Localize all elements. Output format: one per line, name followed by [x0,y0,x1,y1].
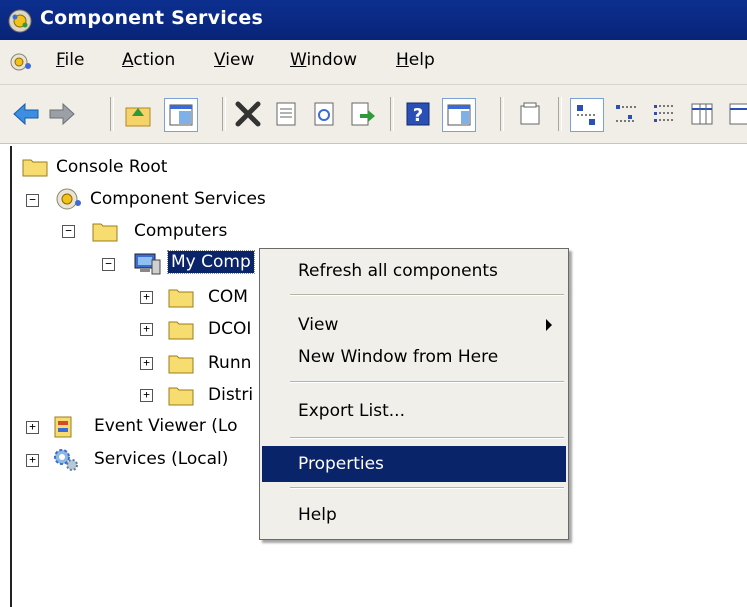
menu-item-label: View [298,315,339,335]
tree-label: Distri [208,385,254,405]
collapse-toggle[interactable]: − [102,258,115,271]
expand-toggle[interactable]: + [140,357,153,370]
computer-icon [132,252,162,280]
expand-toggle[interactable]: + [26,421,39,434]
folder-icon [168,352,194,378]
menu-file[interactable]: File [56,50,84,70]
menu-item-label: Help [298,505,337,525]
show-hide-tree-icon[interactable] [164,98,198,132]
refresh-icon[interactable] [308,98,340,130]
detail-view-icon[interactable] [686,98,718,130]
tree-label: COM [208,287,248,307]
folder-icon [92,220,118,246]
menu-item-label: Properties [298,454,384,474]
delete-icon[interactable] [232,98,264,130]
gear-icon [52,447,80,477]
toolbar-separator [558,97,562,131]
collapse-toggle[interactable]: − [62,225,75,238]
menu-item-label: Export List... [298,401,405,421]
tree-label: Services (Local) [94,449,229,469]
menu-separator [290,487,564,489]
menu-window[interactable]: Window [290,50,357,70]
tree-label: Event Viewer (Lo [94,416,238,436]
folder-icon [22,157,48,181]
expand-toggle[interactable]: + [140,323,153,336]
toolbar-separator [390,97,394,131]
tree-label: Computers [134,221,228,241]
up-folder-icon[interactable] [122,98,154,130]
menu-help[interactable]: Help [396,50,435,70]
toolbar: ? [0,85,747,144]
context-menu: Refresh all components View New Window f… [259,248,569,540]
menu-separator [290,294,564,296]
menu-item-new-window-from-here[interactable]: New Window from Here [262,339,566,375]
toolbar-separator [110,97,114,131]
menu-view[interactable]: View [214,50,254,70]
tree-label: Console Root [56,157,168,177]
tree-label: My Comp [167,250,255,274]
menu-item-help[interactable]: Help [262,497,566,533]
folder-icon [168,318,194,344]
menu-item-export-list[interactable]: Export List... [262,393,566,429]
expand-toggle[interactable]: + [140,291,153,304]
menu-item-properties[interactable]: Properties [262,446,566,482]
folder-icon [168,384,194,410]
menu-separator [290,381,564,383]
title-bar[interactable]: Component Services [0,0,747,40]
expand-toggle[interactable]: + [26,454,39,467]
collapse-toggle[interactable]: − [26,194,39,207]
back-arrow-icon[interactable] [10,98,42,130]
folder-icon [168,286,194,312]
window-title: Component Services [40,7,263,29]
menu-item-refresh-all-components[interactable]: Refresh all components [262,253,566,289]
component-services-icon [8,9,32,37]
system-menu-icon[interactable] [10,52,32,76]
toolbar-separator [222,97,226,131]
submenu-arrow-icon [546,319,552,331]
forward-arrow-icon[interactable] [46,98,78,130]
new-window-icon[interactable] [514,98,546,130]
menu-separator [290,437,564,439]
help-icon[interactable]: ? [402,98,434,130]
event-viewer-icon [52,415,76,443]
expand-toggle[interactable]: + [140,389,153,402]
svg-text:?: ? [413,105,423,126]
properties-icon[interactable] [270,98,302,130]
menu-item-label: New Window from Here [298,347,499,367]
pane-border [10,146,12,607]
toolbar-separator [500,97,504,131]
tree-label: Runn [208,353,252,373]
show-hide-action-pane-icon[interactable] [442,98,476,132]
large-icons-view-icon[interactable] [570,98,604,132]
menu-item-view[interactable]: View [262,307,566,343]
toolbar-overflow-icon[interactable] [724,98,747,130]
menu-item-label: Refresh all components [298,261,498,281]
component-services-icon [56,188,82,214]
export-list-icon[interactable] [346,98,378,130]
tree-label: DCOI [208,319,252,339]
small-icons-view-icon[interactable] [610,98,642,130]
list-view-icon[interactable] [648,98,680,130]
tree-label: Component Services [90,189,266,209]
menu-action[interactable]: Action [122,50,175,70]
menu-bar: File Action View Window Help [0,40,747,85]
